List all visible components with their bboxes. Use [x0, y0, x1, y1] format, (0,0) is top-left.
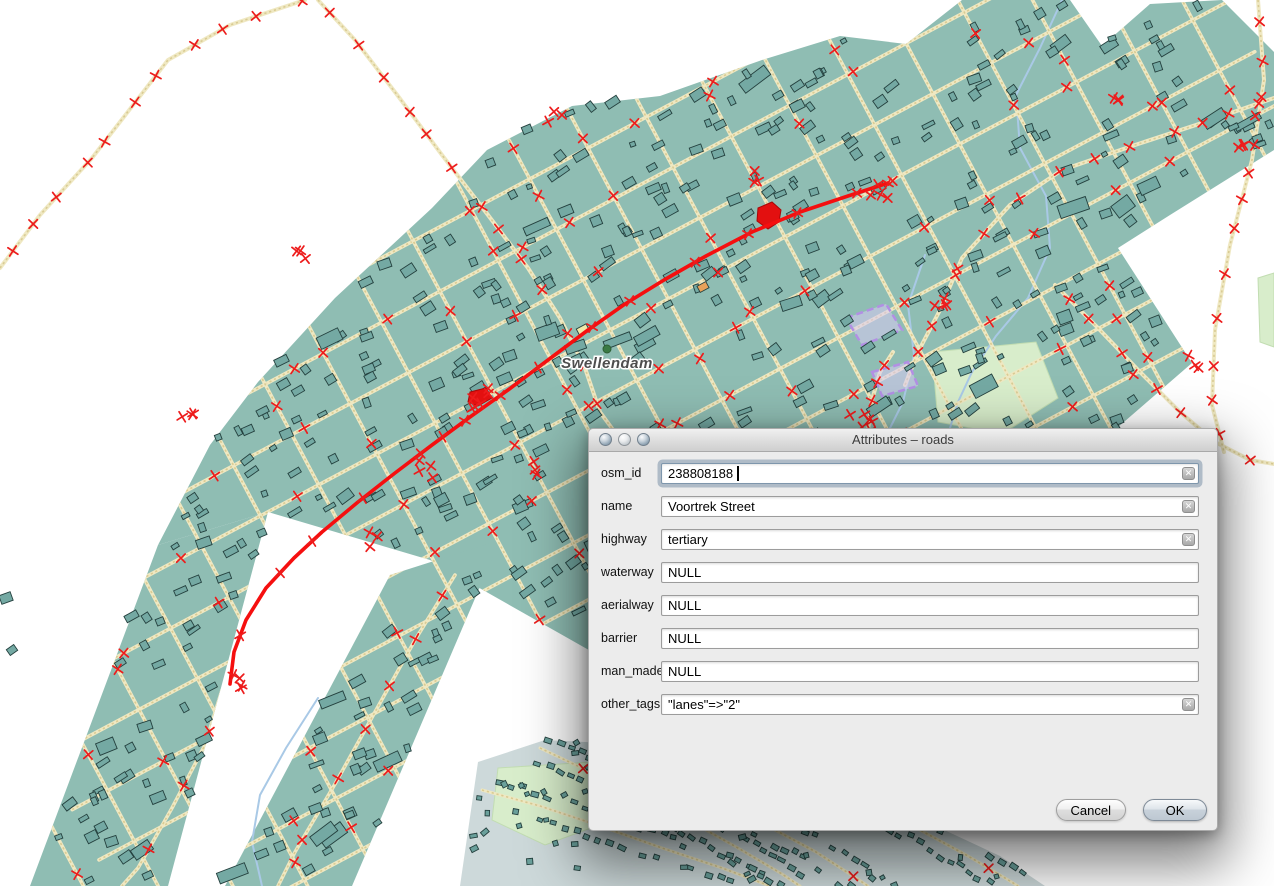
field-wrap-osm_id: ✕: [661, 463, 1199, 484]
field-wrap-man_made: [661, 661, 1199, 682]
field-label-highway: highway: [601, 529, 661, 546]
clear-icon-osm_id[interactable]: ✕: [1182, 467, 1195, 480]
field-label-aerialway: aerialway: [601, 595, 661, 612]
field-label-osm_id: osm_id: [601, 463, 661, 480]
field-label-man_made: man_made: [601, 661, 661, 678]
town-label: Swellendam: [561, 355, 653, 372]
field-input-man_made[interactable]: [661, 661, 1199, 682]
cancel-button[interactable]: Cancel: [1056, 799, 1126, 821]
field-row-waterway: waterway: [601, 562, 1199, 583]
clear-icon-other_tags[interactable]: ✕: [1182, 698, 1195, 711]
clear-icon-highway[interactable]: ✕: [1182, 533, 1195, 546]
clear-icon-name[interactable]: ✕: [1182, 500, 1195, 513]
field-input-aerialway[interactable]: [661, 595, 1199, 616]
ok-button[interactable]: OK: [1143, 799, 1207, 821]
field-label-waterway: waterway: [601, 562, 661, 579]
dialog-titlebar[interactable]: Attributes – roads: [589, 429, 1217, 452]
town-marker-dot: [603, 345, 611, 353]
attributes-dialog: Attributes – roads osm_id ✕ name ✕ highway ✕ w…: [588, 428, 1218, 831]
field-row-osm_id: osm_id ✕: [601, 463, 1199, 484]
dialog-title: Attributes – roads: [589, 429, 1217, 451]
field-input-highway[interactable]: [661, 529, 1199, 550]
field-wrap-aerialway: [661, 595, 1199, 616]
field-input-barrier[interactable]: [661, 628, 1199, 649]
field-wrap-highway: ✕: [661, 529, 1199, 550]
field-row-barrier: barrier: [601, 628, 1199, 649]
field-label-other_tags: other_tags: [601, 694, 661, 711]
field-row-other_tags: other_tags ✕: [601, 694, 1199, 715]
field-input-osm_id[interactable]: [661, 463, 1199, 484]
attribute-fields: osm_id ✕ name ✕ highway ✕ waterway aerialway bar…: [601, 463, 1199, 727]
field-row-name: name ✕: [601, 496, 1199, 517]
text-caret: [737, 466, 739, 481]
field-wrap-waterway: [661, 562, 1199, 583]
field-wrap-name: ✕: [661, 496, 1199, 517]
field-label-name: name: [601, 496, 661, 513]
field-input-name[interactable]: [661, 496, 1199, 517]
field-wrap-other_tags: ✕: [661, 694, 1199, 715]
field-wrap-barrier: [661, 628, 1199, 649]
field-label-barrier: barrier: [601, 628, 661, 645]
field-input-waterway[interactable]: [661, 562, 1199, 583]
field-row-aerialway: aerialway: [601, 595, 1199, 616]
field-row-man_made: man_made: [601, 661, 1199, 682]
field-row-highway: highway ✕: [601, 529, 1199, 550]
field-input-other_tags[interactable]: [661, 694, 1199, 715]
